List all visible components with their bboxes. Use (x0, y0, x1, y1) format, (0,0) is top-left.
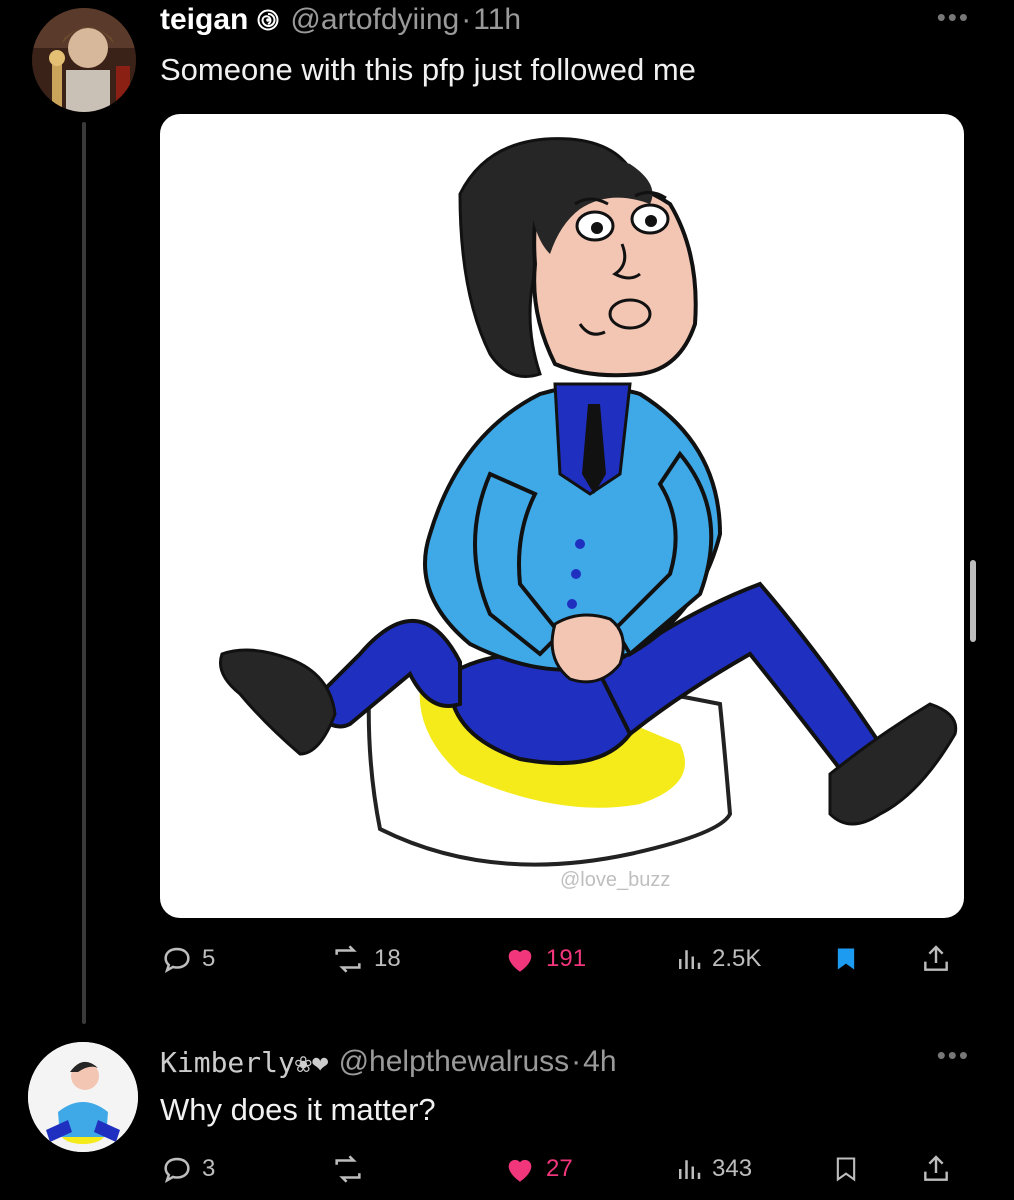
share-button[interactable] (920, 942, 952, 976)
tweet-header: teigan @artofdyiing · 11h (160, 0, 521, 40)
media-watermark: @love_buzz (560, 869, 670, 891)
author-avatar[interactable] (32, 8, 136, 112)
thread-connector-line (82, 122, 86, 1024)
share-icon (924, 1155, 948, 1181)
heart-filled-icon (508, 1159, 532, 1182)
bookmark-button[interactable] (832, 942, 860, 976)
bookmark-outline-icon (836, 1157, 856, 1182)
like-count: 191 (546, 945, 587, 972)
reply-author-handle[interactable]: @helpthewalruss (339, 1045, 570, 1079)
reply-timestamp[interactable]: 4h (583, 1045, 616, 1079)
views-chart-icon (679, 950, 701, 969)
tweet-media-image[interactable]: @love_buzz (160, 114, 964, 918)
reply-share-button[interactable] (920, 1152, 952, 1186)
reply-more-options-icon[interactable]: ••• (937, 1040, 970, 1071)
reply-actions-bar: 3 27 343 (0, 1152, 1014, 1192)
repost-icon (335, 1155, 361, 1183)
reply-icon (164, 947, 190, 974)
heart-filled-icon (508, 949, 532, 972)
reply-button[interactable]: 5 (160, 942, 215, 976)
tweet-actions-bar: 5 18 191 2.5K (0, 942, 1014, 982)
bookmark-filled-icon (837, 948, 855, 970)
author-handle[interactable]: @artofdyiing (290, 3, 459, 37)
repost-button[interactable]: 18 (330, 942, 401, 976)
reply-bookmark-button[interactable] (832, 1152, 860, 1186)
reply-like-count: 27 (546, 1155, 573, 1182)
reply-author-display-name[interactable]: Kimberly❀❤ (160, 1046, 329, 1079)
reply-reply-count: 3 (202, 1155, 216, 1182)
reply-like-button[interactable]: 27 (502, 1152, 573, 1186)
reply-repost-button[interactable] (330, 1152, 374, 1186)
repost-count: 18 (374, 945, 401, 972)
scrollbar-thumb[interactable] (970, 560, 976, 642)
reply-view-count: 343 (712, 1155, 753, 1182)
repost-icon (335, 945, 361, 973)
reply-header-separator: · (571, 1045, 582, 1078)
reply-text: Why does it matter? (160, 1092, 436, 1127)
tweet-text: Someone with this pfp just followed me (160, 52, 696, 87)
author-display-name[interactable]: teigan (160, 3, 248, 37)
tweet-timestamp[interactable]: 11h (473, 3, 521, 37)
view-count: 2.5K (712, 945, 762, 972)
header-separator: · (461, 3, 472, 36)
cartoon-drawing: @love_buzz (219, 137, 958, 891)
share-icon (924, 945, 948, 971)
reply-author-avatar[interactable] (28, 1042, 138, 1152)
reply-count: 5 (202, 945, 216, 972)
views-chart-icon (679, 1160, 701, 1179)
reply-header: Kimberly❀❤ @helpthewalruss · 4h (160, 1040, 617, 1084)
reply-reply-button[interactable]: 3 (160, 1152, 215, 1186)
like-button[interactable]: 191 (502, 942, 586, 976)
views-button[interactable]: 2.5K (674, 942, 761, 976)
reply-views-button[interactable]: 343 (674, 1152, 752, 1186)
more-options-icon[interactable]: ••• (937, 2, 970, 33)
threads-spiral-icon (256, 8, 280, 32)
reply-icon (164, 1157, 190, 1184)
